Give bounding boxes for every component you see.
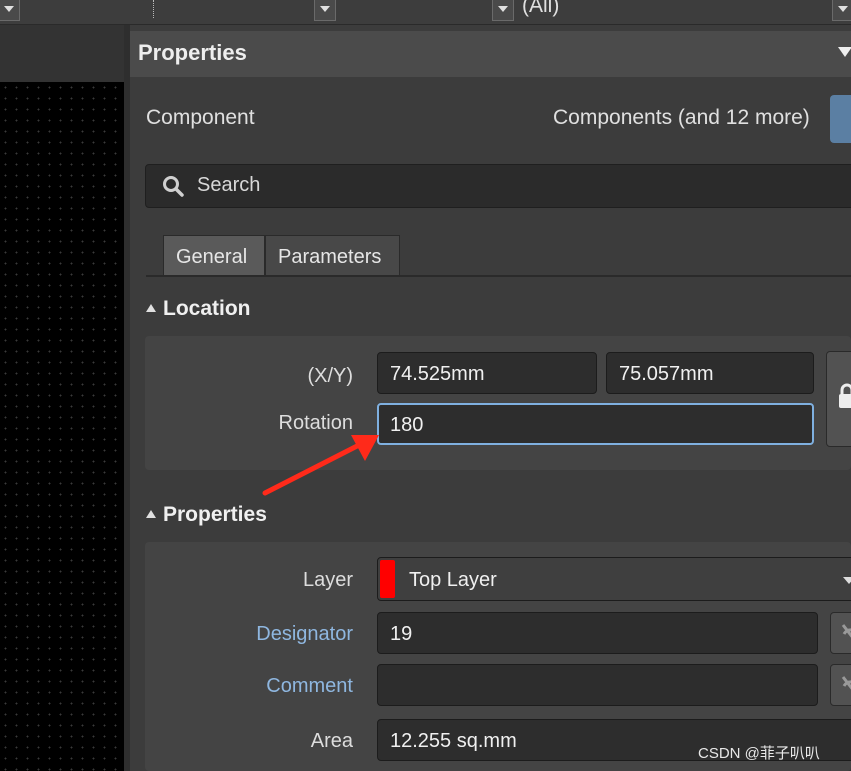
eye-hidden-icon xyxy=(841,676,851,690)
annotation-arrow xyxy=(262,435,379,496)
designator-field[interactable]: 19 xyxy=(377,612,818,654)
toolbar-dropdown-1-arrow[interactable] xyxy=(0,0,20,21)
top-toolbar: (All) xyxy=(0,0,851,25)
toolbar-filter-value[interactable]: (All) xyxy=(522,0,559,18)
xy-label: (X/Y) xyxy=(307,365,353,387)
panel-title: Properties xyxy=(138,40,247,65)
toolbar-separator xyxy=(153,0,156,18)
rotation-field[interactable]: 180 xyxy=(377,403,814,445)
tab-general[interactable]: General xyxy=(163,235,265,275)
y-coordinate-field[interactable]: 75.057mm xyxy=(606,352,814,394)
toolbar-dropdown-2-arrow[interactable] xyxy=(314,0,336,21)
filter-button[interactable] xyxy=(830,95,851,143)
area-label: Area xyxy=(310,730,353,752)
collapse-triangle-icon[interactable] xyxy=(146,510,156,518)
search-placeholder: Search xyxy=(197,174,261,196)
eye-hidden-icon xyxy=(841,624,851,638)
layer-color-swatch xyxy=(380,560,395,598)
layer-label: Layer xyxy=(302,569,353,591)
lock-icon xyxy=(839,383,851,408)
collapse-triangle-icon[interactable] xyxy=(146,304,156,312)
component-label: Component xyxy=(146,106,255,129)
pcb-canvas[interactable] xyxy=(0,82,124,771)
location-section-title[interactable]: Location xyxy=(163,297,251,321)
tab-divider xyxy=(146,275,851,277)
filter-summary: Components (and 12 more) xyxy=(553,106,810,129)
canvas-gutter xyxy=(0,25,124,82)
tab-parameters[interactable]: Parameters xyxy=(265,235,400,275)
toolbar-dropdown-4-arrow[interactable] xyxy=(832,0,851,21)
chevron-down-icon xyxy=(843,577,851,584)
toolbar-dropdown-3-arrow[interactable] xyxy=(492,0,514,21)
designator-visibility-button[interactable] xyxy=(830,612,851,654)
watermark: CSDN @菲子叭叭 xyxy=(698,745,820,762)
properties-section-title[interactable]: Properties xyxy=(163,503,267,527)
x-coordinate-field[interactable]: 74.525mm xyxy=(377,352,597,394)
layer-value: Top Layer xyxy=(409,569,497,591)
comment-field[interactable] xyxy=(377,664,818,706)
comment-label[interactable]: Comment xyxy=(143,675,353,698)
designator-label[interactable]: Designator xyxy=(143,623,353,646)
search-icon xyxy=(163,176,184,197)
comment-visibility-button[interactable] xyxy=(830,664,851,706)
panel-menu-icon[interactable] xyxy=(838,47,851,57)
lock-position-button[interactable] xyxy=(826,351,851,447)
